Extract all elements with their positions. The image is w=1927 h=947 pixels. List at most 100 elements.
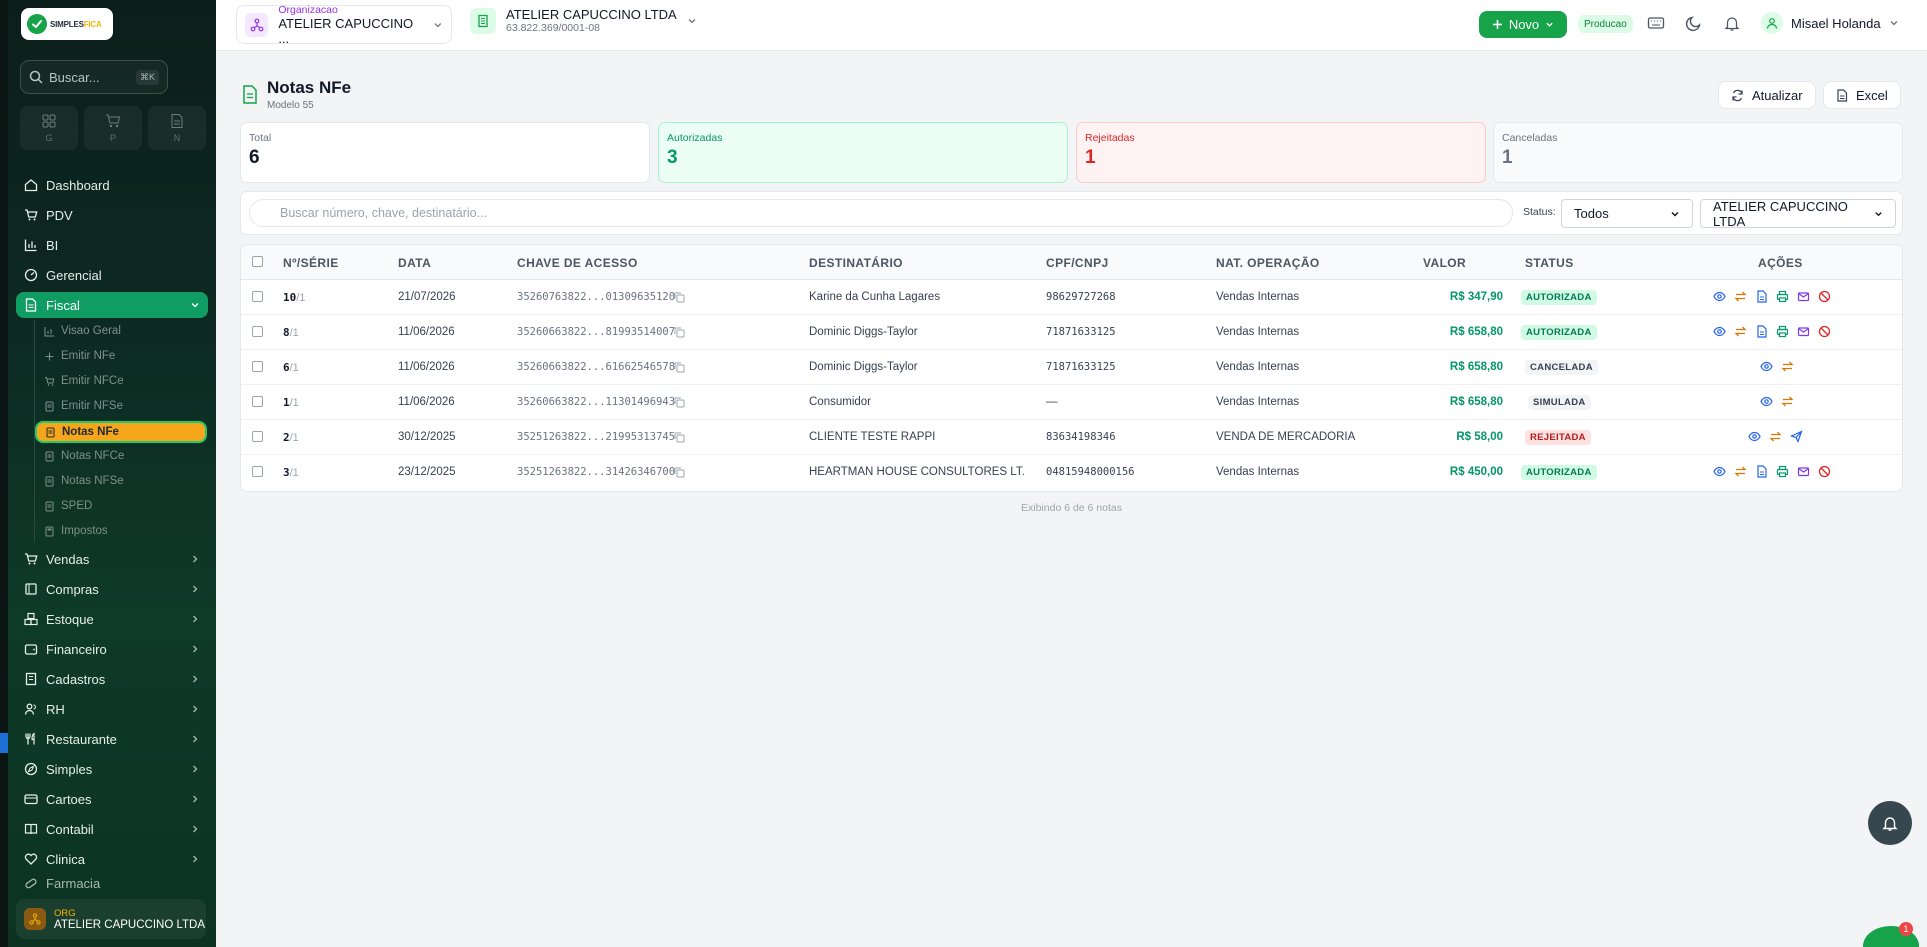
refresh-button[interactable]: Atualizar [1718, 81, 1816, 109]
mail-icon[interactable] [1797, 290, 1810, 303]
sidebar-subitem-emitir-nfce[interactable]: Emitir NFCe [44, 375, 124, 387]
column-header[interactable]: DESTINATÁRIO [809, 256, 903, 270]
notes-search-input[interactable]: Buscar número, chave, destinatário... [249, 199, 1513, 227]
sidebar-item-restaurante[interactable]: Restaurante [16, 726, 208, 752]
sidebar-item-estoque[interactable]: Estoque [16, 606, 208, 632]
table-row[interactable]: 2/1 30/12/2025 35251263822...21995313745… [241, 420, 1902, 455]
swap-icon[interactable] [1781, 360, 1794, 373]
new-button[interactable]: Novo [1479, 11, 1567, 38]
moon-icon[interactable] [1685, 14, 1703, 32]
environment-badge[interactable]: Producao [1578, 15, 1633, 33]
sidebar-item-vendas[interactable]: Vendas [16, 546, 208, 572]
sidebar-item-compras[interactable]: Compras [16, 576, 208, 602]
swap-icon[interactable] [1734, 290, 1747, 303]
row-checkbox[interactable] [252, 361, 263, 372]
copy-icon[interactable] [674, 432, 685, 443]
row-checkbox[interactable] [252, 466, 263, 477]
excel-export-button[interactable]: Excel [1823, 81, 1901, 109]
sidebar-item-contabil[interactable]: Contabil [16, 816, 208, 842]
sidebar-subitem-emitir-nfse[interactable]: Emitir NFSe [44, 400, 123, 412]
company-selector[interactable]: ATELIER CAPUCCINO LTDA 63.822.369/0001-0… [470, 7, 697, 34]
sidebar-search[interactable]: Buscar... ⌘K [20, 60, 168, 94]
table-row[interactable]: 1/1 11/06/2026 35260663822...11301496943… [241, 385, 1902, 420]
table-row[interactable]: 10/1 21/07/2026 35260763822...0130963512… [241, 280, 1902, 315]
sidebar-item-clinica[interactable]: Clinica [16, 846, 208, 872]
cancel-icon[interactable] [1818, 465, 1831, 478]
column-header[interactable]: AÇÕES [1758, 256, 1803, 270]
sidebar-subitem-notas-nfse[interactable]: Notas NFSe [44, 475, 124, 487]
quick-file-button[interactable]: N [148, 106, 206, 150]
column-header[interactable]: CHAVE DE ACESSO [517, 256, 638, 270]
copy-icon[interactable] [674, 397, 685, 408]
swap-icon[interactable] [1734, 465, 1747, 478]
column-header[interactable]: Nº/SÉRIE [283, 256, 339, 270]
column-header[interactable]: VALOR [1423, 256, 1466, 270]
sidebar-item-gerencial[interactable]: Gerencial [16, 262, 208, 288]
user-menu[interactable]: Misael Holanda [1761, 12, 1899, 34]
table-row[interactable]: 6/1 11/06/2026 35260663822...61662546578… [241, 350, 1902, 385]
sidebar-item-rh[interactable]: RH [16, 696, 208, 722]
org-switcher[interactable]: ORG ATELIER CAPUCCINO LTDA [16, 899, 206, 939]
quick-grid-button[interactable]: G [20, 106, 78, 150]
sidebar-subitem-notas-nfe[interactable]: Notas NFe [35, 421, 207, 443]
column-header[interactable]: NAT. OPERAÇÃO [1216, 256, 1320, 270]
file-xml-icon[interactable] [1755, 325, 1768, 338]
eye-icon[interactable] [1760, 360, 1773, 373]
file-xml-icon[interactable] [1755, 290, 1768, 303]
column-header[interactable]: DATA [398, 256, 431, 270]
file-xml-icon[interactable] [1755, 465, 1768, 478]
row-checkbox[interactable] [252, 326, 263, 337]
sidebar-subitem-visao-geral[interactable]: Visao Geral [44, 325, 121, 337]
cancel-icon[interactable] [1818, 290, 1831, 303]
quick-cart-button[interactable]: P [84, 106, 142, 150]
sidebar-subitem-emitir-nfe[interactable]: Emitir NFe [44, 350, 115, 362]
select-all-checkbox[interactable] [252, 256, 263, 267]
mail-icon[interactable] [1797, 465, 1810, 478]
copy-icon[interactable] [674, 467, 685, 478]
swap-icon[interactable] [1734, 325, 1747, 338]
bell-icon[interactable] [1723, 14, 1741, 32]
table-row[interactable]: 3/1 23/12/2025 35251263822...31426346700… [241, 455, 1902, 490]
sidebar-subitem-impostos[interactable]: Impostos [44, 525, 108, 537]
copy-icon[interactable] [674, 292, 685, 303]
sidebar-item-dashboard[interactable]: Dashboard [16, 172, 208, 198]
sidebar-item-pdv[interactable]: PDV [16, 202, 208, 228]
printer-icon[interactable] [1776, 465, 1789, 478]
swap-icon[interactable] [1769, 430, 1782, 443]
chat-widget-button[interactable]: 1 [1863, 922, 1919, 947]
eye-icon[interactable] [1760, 395, 1773, 408]
sidebar-item-cartoes[interactable]: Cartoes [16, 786, 208, 812]
company-filter-select[interactable]: ATELIER CAPUCCINO LTDA [1700, 199, 1896, 229]
sidebar-item-cadastros[interactable]: Cadastros [16, 666, 208, 692]
brand-logo[interactable]: SIMPLESFICA [21, 8, 113, 40]
sidebar-item-financeiro[interactable]: Financeiro [16, 636, 208, 662]
column-header[interactable]: CPF/CNPJ [1046, 256, 1109, 270]
eye-icon[interactable] [1713, 290, 1726, 303]
sidebar-subitem-notas-nfce[interactable]: Notas NFCe [44, 450, 124, 462]
eye-icon[interactable] [1748, 430, 1761, 443]
eye-icon[interactable] [1713, 325, 1726, 338]
eye-icon[interactable] [1713, 465, 1726, 478]
copy-icon[interactable] [674, 362, 685, 373]
sidebar-item-fiscal[interactable]: Fiscal [16, 292, 208, 318]
row-checkbox[interactable] [252, 291, 263, 302]
table-row[interactable]: 8/1 11/06/2026 35260663822...81993514007… [241, 315, 1902, 350]
send-icon[interactable] [1790, 430, 1803, 443]
cancel-icon[interactable] [1818, 325, 1831, 338]
swap-icon[interactable] [1781, 395, 1794, 408]
row-checkbox[interactable] [252, 396, 263, 407]
sidebar-item-bi[interactable]: BI [16, 232, 208, 258]
keyboard-icon[interactable] [1647, 14, 1665, 32]
notifications-fab[interactable] [1868, 801, 1912, 845]
status-select[interactable]: Todos [1561, 199, 1693, 228]
organization-selector[interactable]: Organizacao ATELIER CAPUCCINO ... [236, 4, 452, 46]
copy-icon[interactable] [674, 327, 685, 338]
printer-icon[interactable] [1776, 290, 1789, 303]
sidebar-item-farmacia[interactable]: Farmacia [16, 876, 208, 890]
printer-icon[interactable] [1776, 325, 1789, 338]
mail-icon[interactable] [1797, 325, 1810, 338]
column-header[interactable]: STATUS [1525, 256, 1574, 270]
row-checkbox[interactable] [252, 431, 263, 442]
sidebar-item-simples[interactable]: Simples [16, 756, 208, 782]
scroll-indicator[interactable] [0, 733, 8, 753]
